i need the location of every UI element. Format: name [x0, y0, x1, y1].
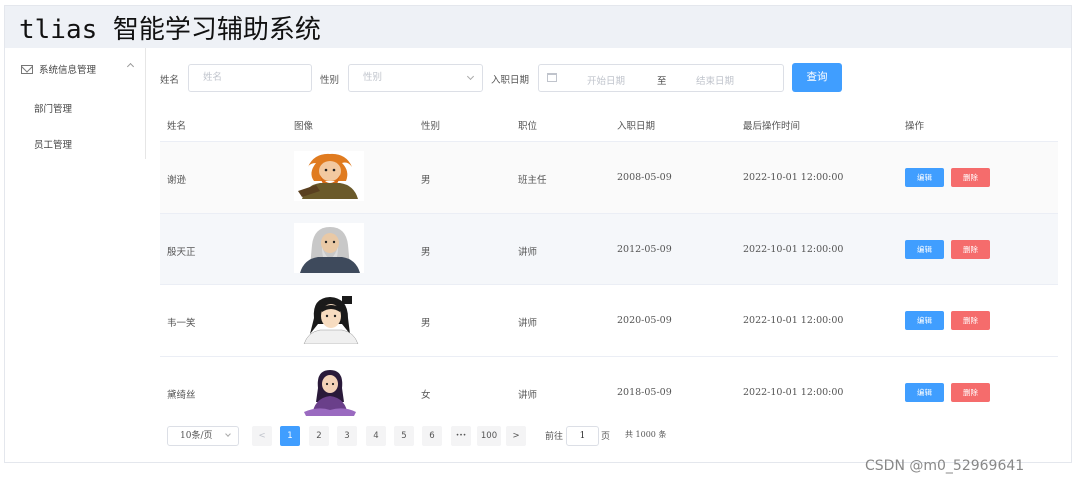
col-gender: 性别	[421, 121, 441, 132]
date-range-picker[interactable]: 开始日期 至 结束日期	[538, 64, 784, 92]
cell-position: 班主任	[518, 175, 547, 186]
col-updated: 最后操作时间	[743, 121, 801, 132]
cell-entry-date: 2020-05-09	[617, 315, 672, 326]
avatar	[294, 365, 364, 416]
name-label: 姓名	[160, 75, 180, 86]
col-actions: 操作	[905, 121, 925, 132]
sidebar-menu-label: 系统信息管理	[39, 65, 97, 76]
total-count: 共 1000 条	[625, 430, 667, 439]
page-5-button[interactable]: 5	[394, 426, 414, 446]
header: tlias 智能学习辅助系统	[5, 6, 1071, 48]
table-header: 姓名 图像 性别 职位 入职日期 最后操作时间 操作	[160, 106, 1058, 142]
page-size-value: 10条/页	[180, 431, 213, 441]
col-name: 姓名	[167, 121, 187, 132]
delete-button[interactable]: 删除	[951, 311, 990, 330]
cell-gender: 男	[421, 246, 431, 258]
edit-button[interactable]: 编辑	[905, 382, 944, 402]
edit-button[interactable]: 编辑	[905, 311, 944, 330]
search-form: 姓名 姓名 性别 性别 入职日期 开始日期 至 结束日期 查询	[160, 63, 860, 93]
table-row: 韦一笑 男 讲师 2020-05-09 2022-10-01 12:00:00 …	[160, 285, 1058, 357]
page-6-button[interactable]: 6	[422, 426, 442, 446]
page-3-button[interactable]: 3	[337, 426, 357, 446]
cell-name: 殷天正	[167, 246, 196, 258]
page-size-select[interactable]: 10条/页	[167, 426, 239, 446]
cell-updated: 2022-10-01 12:00:00	[743, 315, 844, 326]
table-row: 黛绮丝 女 讲师 2018-05-09 2022-10-01 12:00:00 …	[160, 357, 1058, 429]
sidebar: 系统信息管理 部门管理 员工管理	[5, 48, 146, 159]
cell-updated: 2022-10-01 12:00:00	[743, 243, 844, 255]
page-100-button[interactable]: 100	[477, 426, 501, 446]
cell-updated: 2022-10-01 12:00:00	[743, 172, 844, 183]
pagination: 10条/页 < 1 2 3 4 5 6 ••• 100 > 前往 1 页 共 1…	[167, 426, 767, 446]
sidebar-item-emp[interactable]: 员工管理	[34, 137, 72, 151]
gender-select[interactable]: 性别	[348, 64, 483, 92]
sidebar-menu-system[interactable]: 系统信息管理	[21, 62, 139, 76]
cell-entry-date: 2012-05-09	[617, 243, 672, 255]
gender-label: 性别	[320, 75, 340, 86]
next-page-button[interactable]: >	[506, 426, 526, 446]
warrior-portrait-icon	[298, 153, 358, 199]
name-input[interactable]: 姓名	[188, 64, 312, 92]
start-date-input[interactable]: 开始日期	[587, 73, 625, 87]
cell-gender: 女	[421, 389, 431, 401]
edit-button[interactable]: 编辑	[905, 239, 944, 259]
delete-button[interactable]: 删除	[951, 168, 990, 187]
cell-name: 谢逊	[167, 175, 187, 186]
col-avatar: 图像	[294, 121, 314, 132]
table-row: 谢逊 男 班主任 2008-05-09 2022-10-01 12:00:00 …	[160, 142, 1058, 214]
cell-position: 讲师	[518, 246, 538, 258]
employee-table: 姓名 图像 性别 职位 入职日期 最后操作时间 操作 谢逊 男 班主任 2008…	[160, 106, 1058, 428]
calendar-icon	[547, 73, 557, 82]
avatar	[294, 151, 364, 201]
delete-button[interactable]: 删除	[951, 382, 990, 402]
page-4-button[interactable]: 4	[366, 426, 386, 446]
avatar	[294, 294, 364, 344]
gender-placeholder: 性别	[363, 72, 383, 83]
cell-entry-date: 2008-05-09	[617, 172, 672, 183]
goto-page-input[interactable]: 1	[566, 426, 599, 446]
chevron-down-icon	[225, 431, 231, 437]
delete-button[interactable]: 删除	[951, 239, 990, 259]
col-position: 职位	[518, 121, 538, 132]
swordsman-portrait-icon	[303, 296, 359, 344]
mail-icon	[21, 64, 33, 74]
avatar	[294, 222, 364, 273]
chevron-down-icon	[466, 72, 475, 81]
prev-page-button[interactable]: <	[252, 426, 272, 446]
cell-name: 韦一笑	[167, 318, 196, 329]
app-title: tlias 智能学习辅助系统	[19, 15, 321, 45]
cell-position: 讲师	[518, 318, 538, 329]
lady-portrait-icon	[304, 369, 356, 416]
goto-label: 前往	[545, 432, 564, 442]
main-content: 姓名 姓名 性别 性别 入职日期 开始日期 至 结束日期 查询 姓名 图像 性别…	[146, 48, 1071, 462]
edit-button[interactable]: 编辑	[905, 168, 944, 187]
col-entry-date: 入职日期	[617, 121, 656, 132]
page-1-button[interactable]: 1	[280, 426, 300, 446]
query-button[interactable]: 查询	[792, 63, 842, 92]
date-label: 入职日期	[491, 75, 530, 86]
date-separator: 至	[657, 76, 667, 87]
cell-gender: 男	[421, 175, 431, 186]
page-2-button[interactable]: 2	[309, 426, 329, 446]
cell-gender: 男	[421, 318, 431, 329]
elder-portrait-icon	[294, 222, 364, 273]
chevron-up-icon	[126, 62, 135, 71]
end-date-input[interactable]: 结束日期	[696, 73, 734, 87]
watermark: CSDN @m0_52969641	[865, 458, 1025, 474]
sidebar-item-dept[interactable]: 部门管理	[34, 101, 72, 115]
cell-updated: 2022-10-01 12:00:00	[743, 386, 844, 398]
more-pages-button[interactable]: •••	[451, 426, 471, 446]
goto-suffix: 页	[601, 432, 611, 442]
cell-name: 黛绮丝	[167, 389, 196, 401]
table-row: 殷天正 男 讲师 2012-05-09 2022-10-01 12:00:00 …	[160, 213, 1058, 285]
app-window: tlias 智能学习辅助系统 系统信息管理 部门管理 员工管理 姓名 姓名 性别…	[4, 5, 1072, 463]
cell-entry-date: 2018-05-09	[617, 386, 672, 398]
cell-position: 讲师	[518, 389, 538, 401]
